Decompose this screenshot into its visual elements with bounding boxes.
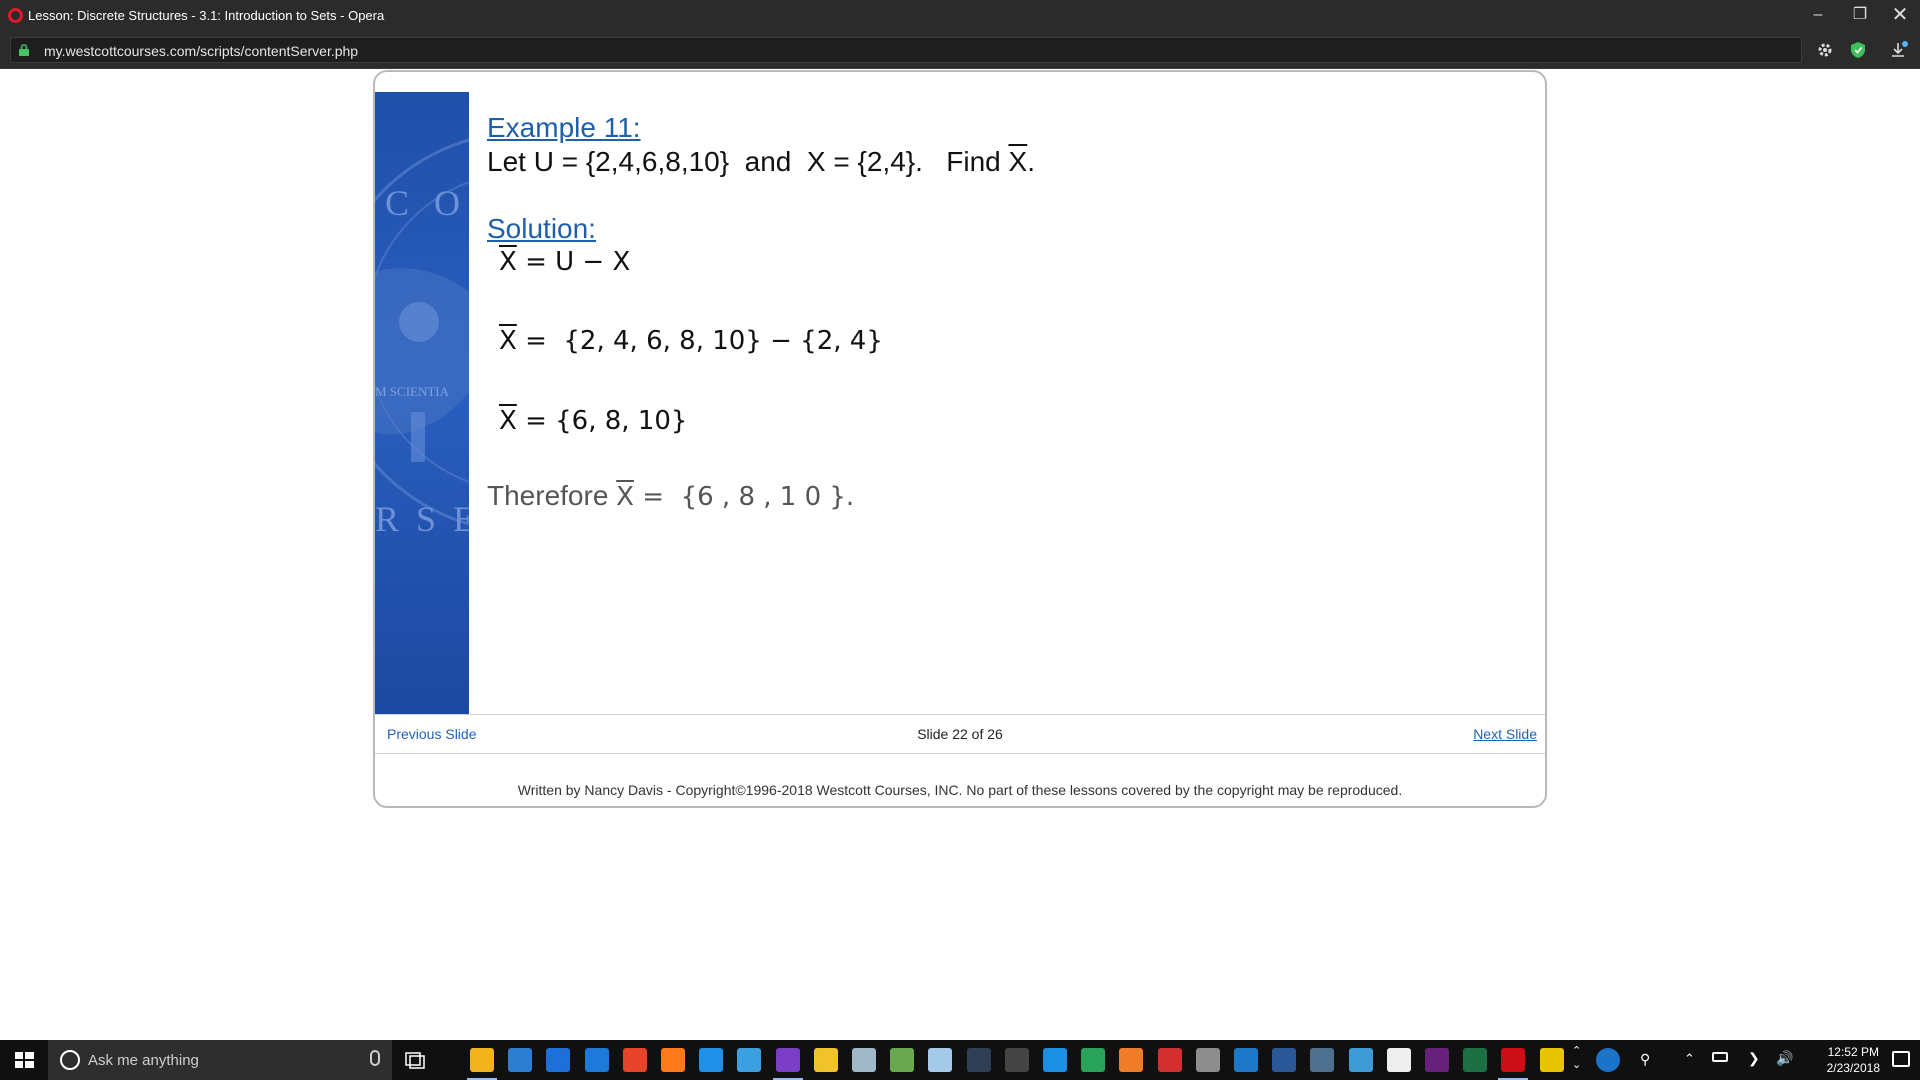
lesson-frame: C O M SCIENTIA R S E S Example 11: Let U…: [373, 70, 1547, 808]
taskbar-mail-app-icon[interactable]: [1348, 1048, 1373, 1072]
task-view-icon[interactable]: [404, 1050, 426, 1070]
solution-heading: Solution:: [487, 213, 596, 244]
taskbar-sticky-icon[interactable]: [1539, 1048, 1564, 1072]
taskbar-remote-icon[interactable]: [1310, 1048, 1335, 1072]
taskbar-notepad-icon[interactable]: [928, 1048, 953, 1072]
taskbar-teamviewer-icon[interactable]: [1043, 1048, 1067, 1072]
taskbar-store-icon[interactable]: [508, 1048, 533, 1072]
clock-date: 2/23/2018: [1826, 1061, 1880, 1075]
windows-taskbar: Ask me anything ⌃ ⌄ ⚲ ⌃ ❯ 🔊 12:52 PM 2/23…: [0, 1040, 1920, 1080]
taskbar-terminal-icon[interactable]: [1195, 1048, 1220, 1072]
windows-start-icon[interactable]: [0, 1040, 48, 1080]
show-hidden-icons[interactable]: ⌃ ⌄: [1572, 1044, 1581, 1072]
system-clock[interactable]: 12:52 PM 2/23/2018: [1827, 1044, 1880, 1076]
step-1-rhs: = U − X: [525, 247, 631, 277]
solution-step-1: X = U − X: [499, 247, 630, 277]
copyright-notice: Written by Nancy Davis - Copyright©1996-…: [517, 782, 1403, 798]
taskbar-file-explorer-icon[interactable]: [470, 1048, 494, 1072]
taskbar-opera-icon[interactable]: [1501, 1048, 1526, 1072]
seal-lettering-middle: M SCIENTIA: [375, 384, 450, 399]
slide-content: Example 11: Let U = {2,4,6,8,10} and X =…: [487, 92, 1537, 714]
window-title: Lesson: Discrete Structures - 3.1: Intro…: [28, 8, 385, 23]
window-titlebar: Lesson: Discrete Structures - 3.1: Intro…: [0, 0, 1920, 31]
conclusion-rhs: = {6 , 8 , 1 0 }.: [633, 482, 855, 512]
taskbar-firefox-icon[interactable]: [661, 1048, 685, 1072]
step-3-lhs: X: [499, 406, 517, 436]
step-2-lhs: X: [499, 326, 517, 356]
lock-icon: [19, 44, 29, 56]
search-placeholder: Ask me anything: [88, 1052, 199, 1069]
conclusion-prefix: Therefore: [487, 480, 617, 511]
taskbar-chrome-icon[interactable]: [622, 1048, 647, 1072]
taskbar-outlook-icon[interactable]: [1234, 1048, 1258, 1072]
taskbar-edge-icon[interactable]: [584, 1048, 609, 1072]
vpn-shield-icon[interactable]: [1848, 40, 1868, 60]
cortana-search-box[interactable]: Ask me anything: [48, 1040, 392, 1080]
taskbar-calculator-icon[interactable]: [1004, 1048, 1029, 1072]
action-center-icon[interactable]: [1892, 1051, 1910, 1067]
taskbar-excel-icon[interactable]: [1463, 1048, 1488, 1072]
clock-time: 12:52 PM: [1827, 1045, 1879, 1059]
address-bar: my.westcottcourses.com/scripts/contentSe…: [0, 31, 1920, 69]
slide-navigation: Previous Slide Slide 22 of 26 Next Slide: [375, 714, 1545, 754]
step-2-rhs: = {2, 4, 6, 8, 10} − {2, 4}: [525, 326, 883, 356]
help-icon[interactable]: [1596, 1048, 1620, 1072]
solution-step-2: X = {2, 4, 6, 8, 10} − {2, 4}: [499, 326, 883, 356]
conclusion: Therefore X = {6 , 8 , 1 0 }.: [487, 480, 854, 512]
next-slide-link[interactable]: Next Slide: [1473, 726, 1537, 742]
taskbar-xamarin-icon[interactable]: [546, 1048, 571, 1072]
url-field[interactable]: my.westcottcourses.com/scripts/contentSe…: [10, 37, 1802, 63]
wifi-icon[interactable]: ❯: [1748, 1050, 1760, 1067]
taskbar-visual-studio-icon[interactable]: [1425, 1048, 1449, 1072]
close-icon[interactable]: ✕: [1885, 3, 1915, 27]
volume-icon[interactable]: 🔊: [1776, 1050, 1793, 1067]
tray-chevron-icon[interactable]: ⌃: [1684, 1051, 1695, 1067]
taskbar-kindle-icon[interactable]: [966, 1048, 991, 1072]
taskbar-lambda-icon[interactable]: [890, 1048, 915, 1072]
opera-logo-icon: [8, 8, 23, 23]
problem-prefix: Let U = {2,4,6,8,10} and X = {2,4}. Find: [487, 146, 1009, 177]
slide-counter: Slide 22 of 26: [917, 726, 1003, 742]
taskbar-ie-icon[interactable]: [699, 1048, 724, 1072]
taskbar-word-icon[interactable]: [1272, 1048, 1297, 1072]
restore-icon[interactable]: ❐: [1845, 3, 1875, 27]
problem-statement: Let U = {2,4,6,8,10} and X = {2,4}. Find…: [487, 146, 1035, 178]
people-icon[interactable]: ⚲: [1640, 1051, 1650, 1068]
minimize-icon[interactable]: –: [1803, 3, 1833, 27]
problem-target-var: X: [1008, 146, 1028, 177]
seal-lettering-top: C O: [385, 183, 469, 223]
taskbar-dp-icon[interactable]: [775, 1048, 800, 1072]
slide: C O M SCIENTIA R S E S Example 11: Let U…: [375, 92, 1545, 714]
battery-icon[interactable]: [1712, 1052, 1728, 1062]
cortana-icon: [60, 1050, 80, 1070]
taskbar-mail-icon[interactable]: [1386, 1048, 1411, 1072]
taskbar-paint-icon[interactable]: [852, 1048, 876, 1072]
taskbar-azure-icon[interactable]: [737, 1048, 762, 1072]
taskbar-star-icon[interactable]: [813, 1048, 838, 1072]
seal-lettering-bottom: R S E S: [375, 499, 469, 539]
taskbar-xampp-icon[interactable]: [1119, 1048, 1144, 1072]
step-3-rhs: = {6, 8, 10}: [525, 406, 688, 436]
school-seal-band: C O M SCIENTIA R S E S: [375, 92, 469, 714]
step-1-lhs: X: [499, 247, 517, 277]
conclusion-var: X: [616, 482, 634, 512]
url-text: my.westcottcourses.com/scripts/contentSe…: [44, 43, 359, 59]
microphone-icon[interactable]: [370, 1050, 380, 1066]
taskbar-camtasia-icon[interactable]: [1081, 1048, 1106, 1072]
download-icon[interactable]: [1888, 40, 1908, 60]
problem-suffix: .: [1027, 146, 1035, 177]
settings-icon[interactable]: [1815, 40, 1835, 60]
solution-step-3: X = {6, 8, 10}: [499, 406, 687, 436]
taskbar-filezilla-icon[interactable]: [1157, 1048, 1182, 1072]
example-heading: Example 11:: [487, 112, 641, 143]
